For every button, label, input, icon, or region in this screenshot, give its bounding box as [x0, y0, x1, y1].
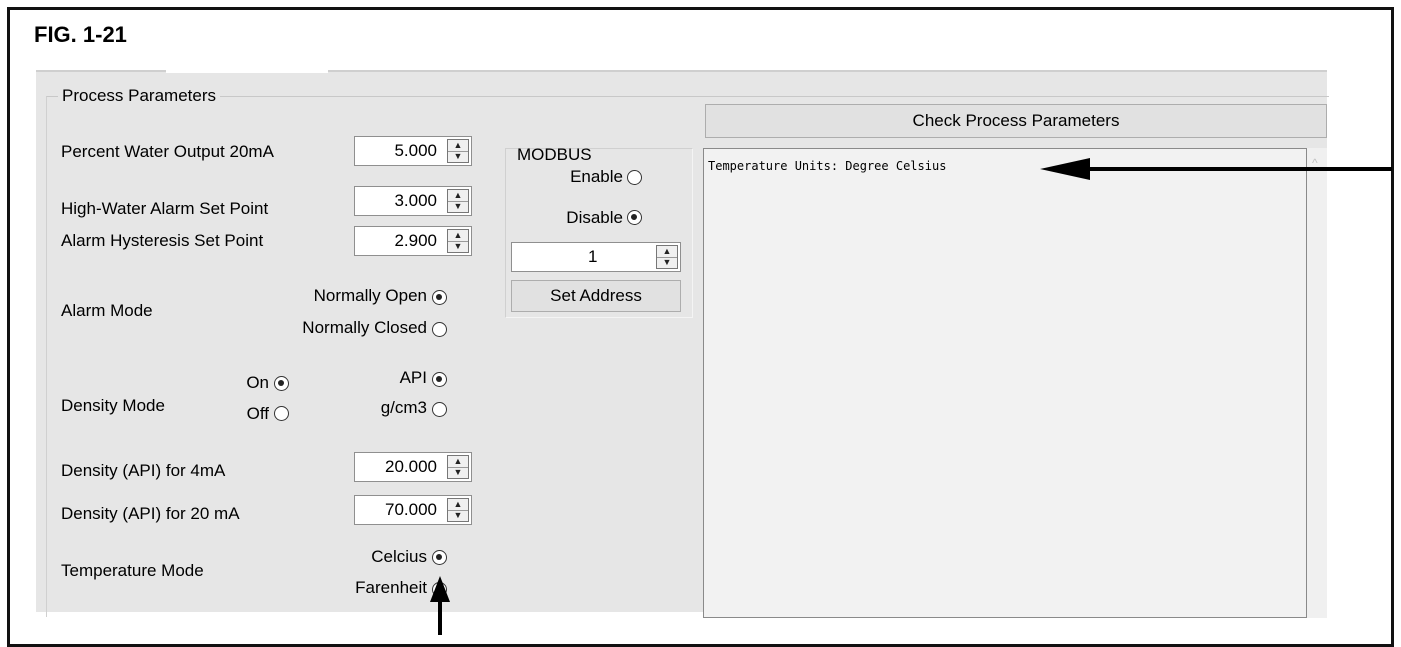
output-callout-arrowhead-icon — [1040, 158, 1090, 180]
callout-arrows — [430, 158, 1392, 635]
temperature-callout-arrowhead-icon — [430, 576, 450, 602]
